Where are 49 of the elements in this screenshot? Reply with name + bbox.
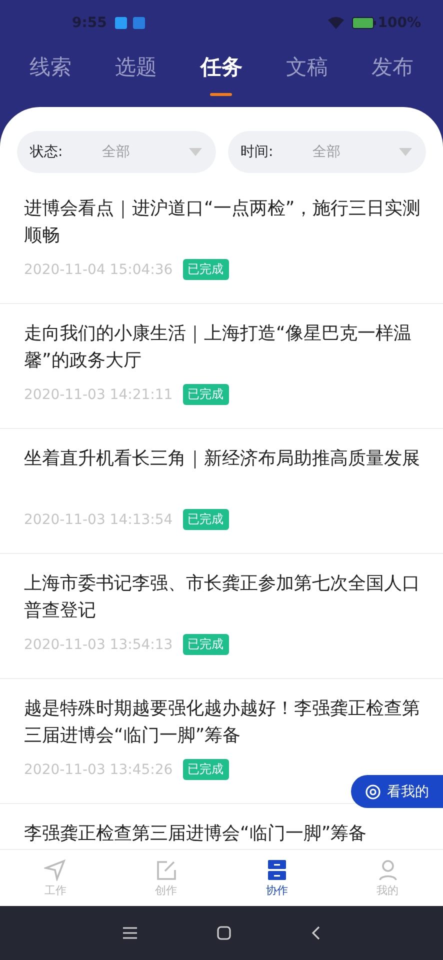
task-title: 进博会看点｜进沪道口“一点两检”，施行三日实测顺畅	[24, 197, 422, 248]
filter-dropdown[interactable]: 时间: 全部	[228, 131, 426, 173]
filter-value: 全部	[102, 143, 131, 161]
back-icon[interactable]	[310, 926, 320, 940]
app-icon	[114, 16, 127, 28]
task-time: 2020-11-04 15:04:36	[24, 262, 173, 278]
task-time: 2020-11-03 13:45:26	[24, 762, 173, 778]
task-time: 2020-11-03 14:13:54	[24, 512, 173, 528]
task-item[interactable]: 坐着直升机看长三角｜新经济布局助推高质量发展 2020-11-03 14:13:54 已完成	[0, 429, 443, 554]
nav-tab[interactable]: 文稿	[286, 45, 328, 107]
status-time: 9:55	[72, 14, 107, 30]
send-icon	[44, 858, 66, 880]
filter-label: 时间:	[240, 143, 274, 161]
nav-tab[interactable]: 任务	[200, 45, 242, 107]
menu-icon[interactable]	[122, 927, 136, 939]
status-tag: 已完成	[182, 384, 229, 405]
nav-tab[interactable]: 线索	[30, 45, 72, 107]
task-item[interactable]: 上海市委书记李强、市长龚正参加第七次全国人口普查登记 2020-11-03 13:54:13 已完成	[0, 554, 443, 679]
app-icon	[132, 16, 145, 28]
edit-icon	[155, 858, 178, 880]
task-time: 2020-11-03 14:21:11	[24, 386, 173, 402]
task-time: 2020-11-03 13:54:13	[24, 636, 173, 652]
task-item[interactable]: 进博会看点｜进沪道口“一点两检”，施行三日实测顺畅 2020-11-04 15:04:36 已完成	[0, 179, 443, 304]
user-icon	[376, 858, 399, 880]
task-title: 坐着直升机看长三角｜新经济布局助推高质量发展	[24, 447, 421, 471]
bottom-nav-item[interactable]: 协作	[222, 850, 332, 906]
view-mine-button[interactable]: 看我的	[351, 775, 443, 808]
battery-level: 100%	[378, 14, 421, 30]
wifi-icon	[328, 16, 344, 28]
task-title: 上海市委书记李强、市长龚正参加第七次全国人口普查登记	[24, 572, 421, 623]
nav-tab[interactable]: 选题	[115, 45, 158, 107]
status-tag: 已完成	[182, 259, 229, 280]
task-title: 越是特殊时期越要强化越办越好！李强龚正检查第三届进博会“临门一脚”筹备	[24, 697, 421, 748]
battery-icon	[352, 16, 376, 28]
dropdown-caret-icon	[399, 148, 412, 156]
status-tag: 已完成	[182, 759, 229, 780]
status-tag: 已完成	[182, 634, 229, 655]
filter-label: 状态:	[30, 143, 64, 161]
status-tag: 已完成	[182, 509, 229, 530]
filter-value: 全部	[312, 143, 342, 161]
nav-tab[interactable]: 发布	[371, 45, 414, 107]
task-item[interactable]: 走向我们的小康生活｜上海打造“像星巴克一样温馨”的政务大厅 2020-11-03 14:21:11 已完成	[0, 304, 443, 429]
task-title: 走向我们的小康生活｜上海打造“像星巴克一样温馨”的政务大厅	[24, 322, 412, 373]
filter-dropdown[interactable]: 状态: 全部	[17, 131, 216, 173]
eye-icon	[365, 784, 381, 800]
dropdown-caret-icon	[188, 148, 202, 156]
drawer-icon	[266, 858, 288, 880]
task-title: 李强龚正检查第三届进博会“临门一脚”筹备	[24, 822, 368, 846]
home-icon[interactable]	[216, 926, 230, 940]
